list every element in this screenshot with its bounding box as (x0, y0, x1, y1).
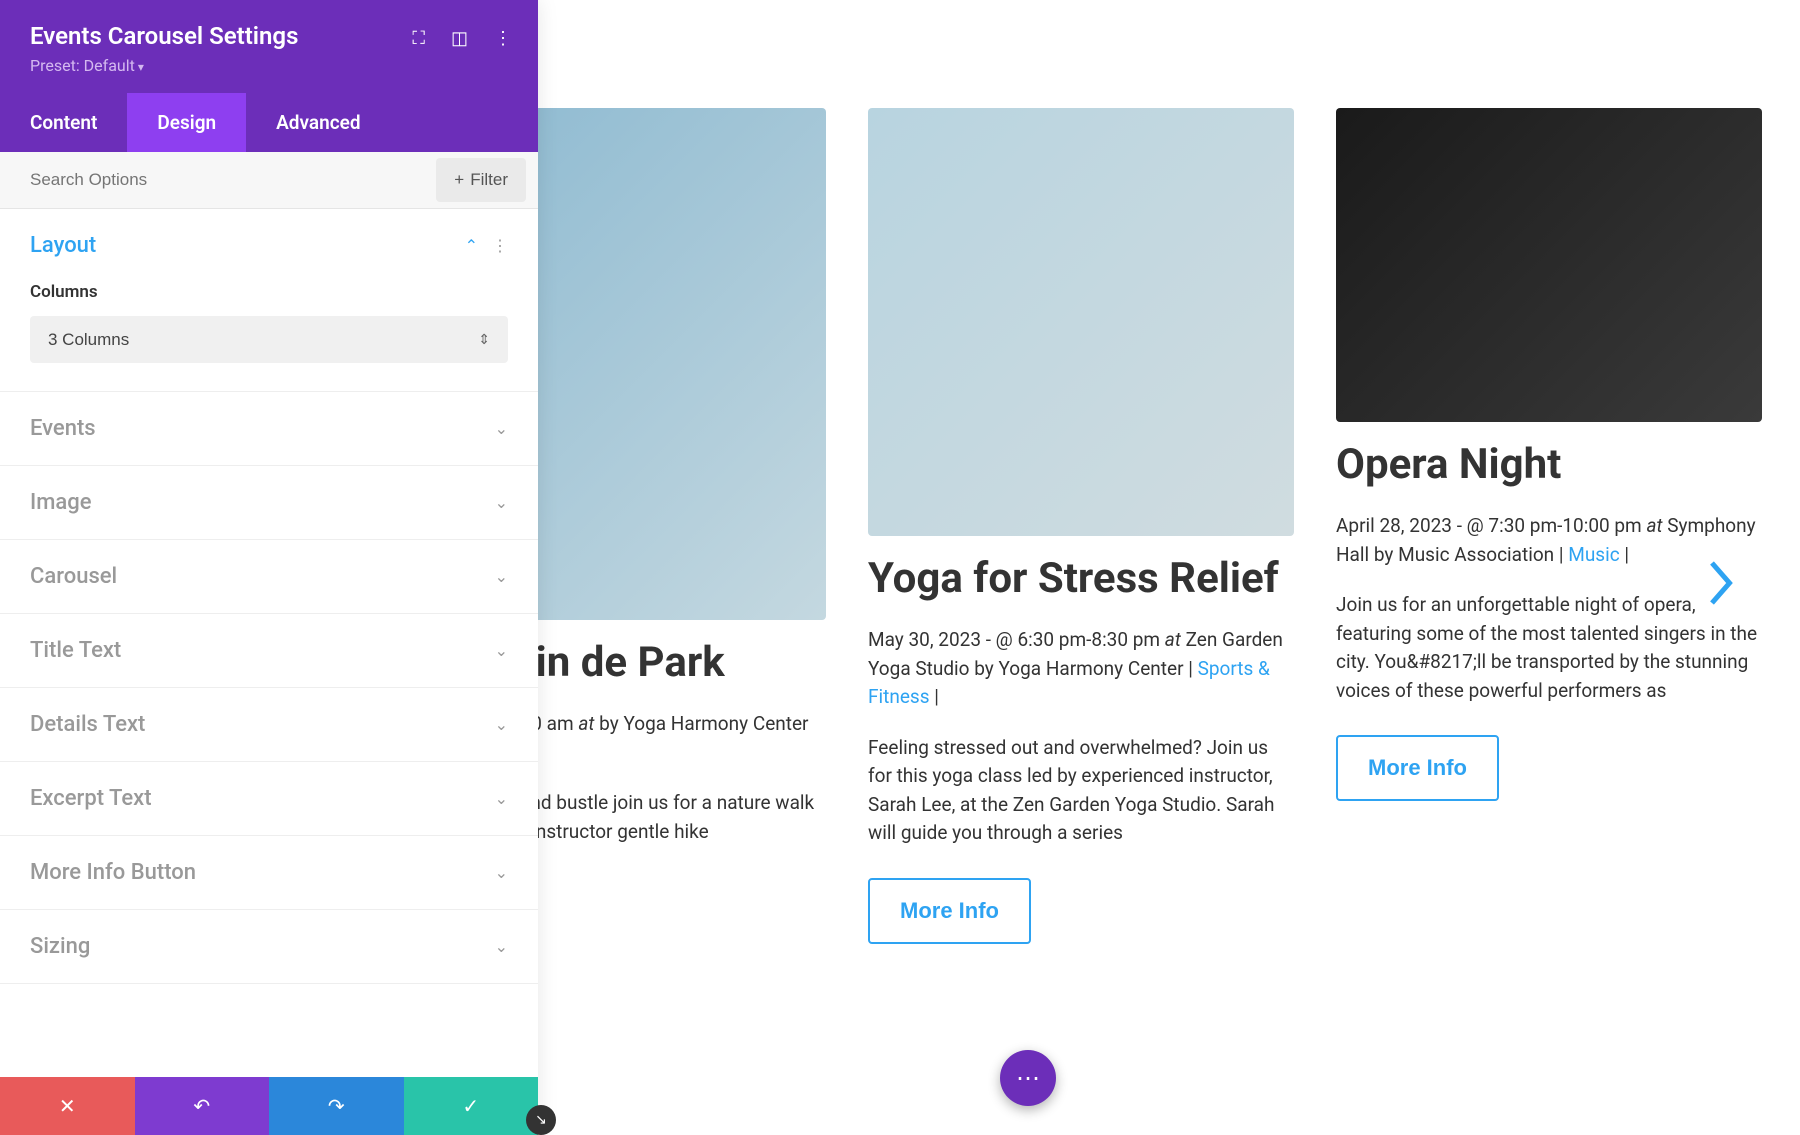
search-input[interactable] (0, 152, 436, 208)
event-image[interactable] (1336, 108, 1762, 422)
event-excerpt: Join us for an unforgettable night of op… (1336, 591, 1762, 705)
section-image: Image ⌄ (0, 466, 538, 540)
chevron-up-icon: ⌃ (465, 236, 478, 255)
chevron-down-icon: ⌄ (495, 937, 508, 956)
chevron-down-icon: ⌄ (495, 789, 508, 808)
section-menu-icon[interactable]: ⋮ (492, 236, 508, 255)
section-more-info-button: More Info Button ⌄ (0, 836, 538, 910)
section-header[interactable]: Title Text ⌄ (0, 614, 538, 687)
events-carousel: e Walk in de Park - @ 7:00 am-9:00 am at… (400, 108, 1762, 944)
snap-icon[interactable]: ◫ (451, 28, 468, 49)
chevron-down-icon: ⌄ (495, 715, 508, 734)
section-header[interactable]: Excerpt Text ⌄ (0, 762, 538, 835)
chevron-down-icon: ⌄ (495, 493, 508, 512)
section-layout: Layout ⌃⋮ Columns 3 Columns (0, 209, 538, 392)
chevron-down-icon: ⌄ (495, 567, 508, 586)
event-excerpt: Feeling stressed out and overwhelmed? Jo… (868, 734, 1294, 848)
chevron-down-icon: ⌄ (495, 419, 508, 438)
panel-footer: ✕ ↶ ↷ ✓ (0, 1077, 538, 1135)
tabs: Content Design Advanced (0, 93, 538, 152)
search-bar: +Filter (0, 152, 538, 209)
cancel-button[interactable]: ✕ (0, 1077, 135, 1135)
event-meta: May 30, 2023 - @ 6:30 pm-8:30 pm at Zen … (868, 626, 1294, 712)
more-info-button[interactable]: More Info (1336, 735, 1499, 801)
section-title-text: Title Text ⌄ (0, 614, 538, 688)
expand-icon[interactable]: ⛶ (412, 28, 425, 49)
section-content: Columns 3 Columns (0, 282, 538, 391)
category-link[interactable]: Music (1568, 543, 1619, 566)
section-header[interactable]: Events ⌄ (0, 392, 538, 465)
field-label: Columns (30, 282, 508, 302)
panel-body[interactable]: Layout ⌃⋮ Columns 3 Columns Events ⌄ Ima… (0, 209, 538, 1108)
columns-select[interactable]: 3 Columns (30, 316, 508, 363)
tab-design[interactable]: Design (127, 93, 246, 152)
preset-dropdown[interactable]: Preset: Default (30, 56, 508, 75)
panel-header: Events Carousel Settings Preset: Default… (0, 0, 538, 93)
more-icon[interactable]: ⋮ (494, 28, 512, 49)
section-header[interactable]: More Info Button ⌄ (0, 836, 538, 909)
floating-action-button[interactable]: ⋯ (1000, 1050, 1056, 1106)
chevron-down-icon: ⌄ (495, 641, 508, 660)
section-excerpt-text: Excerpt Text ⌄ (0, 762, 538, 836)
settings-panel: Events Carousel Settings Preset: Default… (0, 0, 538, 1135)
save-button[interactable]: ✓ (404, 1077, 539, 1135)
resize-handle[interactable]: ↘ (526, 1105, 556, 1135)
section-events: Events ⌄ (0, 392, 538, 466)
plus-icon: + (454, 170, 464, 190)
filter-button[interactable]: +Filter (436, 158, 526, 202)
event-title[interactable]: Yoga for Stress Relief (868, 554, 1294, 604)
section-header[interactable]: Image ⌄ (0, 466, 538, 539)
tab-content[interactable]: Content (0, 93, 127, 152)
section-header[interactable]: Carousel ⌄ (0, 540, 538, 613)
event-card: Opera Night April 28, 2023 - @ 7:30 pm-1… (1336, 108, 1762, 944)
chevron-down-icon: ⌄ (495, 863, 508, 882)
event-title[interactable]: Opera Night (1336, 440, 1762, 490)
carousel-next-button[interactable] (1704, 558, 1740, 612)
more-info-button[interactable]: More Info (868, 878, 1031, 944)
section-header[interactable]: Sizing ⌄ (0, 910, 538, 983)
section-details-text: Details Text ⌄ (0, 688, 538, 762)
section-header[interactable]: Layout ⌃⋮ (0, 209, 538, 282)
event-image[interactable] (868, 108, 1294, 536)
event-meta: April 28, 2023 - @ 7:30 pm-10:00 pm at S… (1336, 512, 1762, 569)
tab-advanced[interactable]: Advanced (246, 93, 390, 152)
event-card: Yoga for Stress Relief May 30, 2023 - @ … (868, 108, 1294, 944)
section-carousel: Carousel ⌄ (0, 540, 538, 614)
redo-button[interactable]: ↷ (269, 1077, 404, 1135)
section-header[interactable]: Details Text ⌄ (0, 688, 538, 761)
section-sizing: Sizing ⌄ (0, 910, 538, 984)
undo-button[interactable]: ↶ (135, 1077, 270, 1135)
